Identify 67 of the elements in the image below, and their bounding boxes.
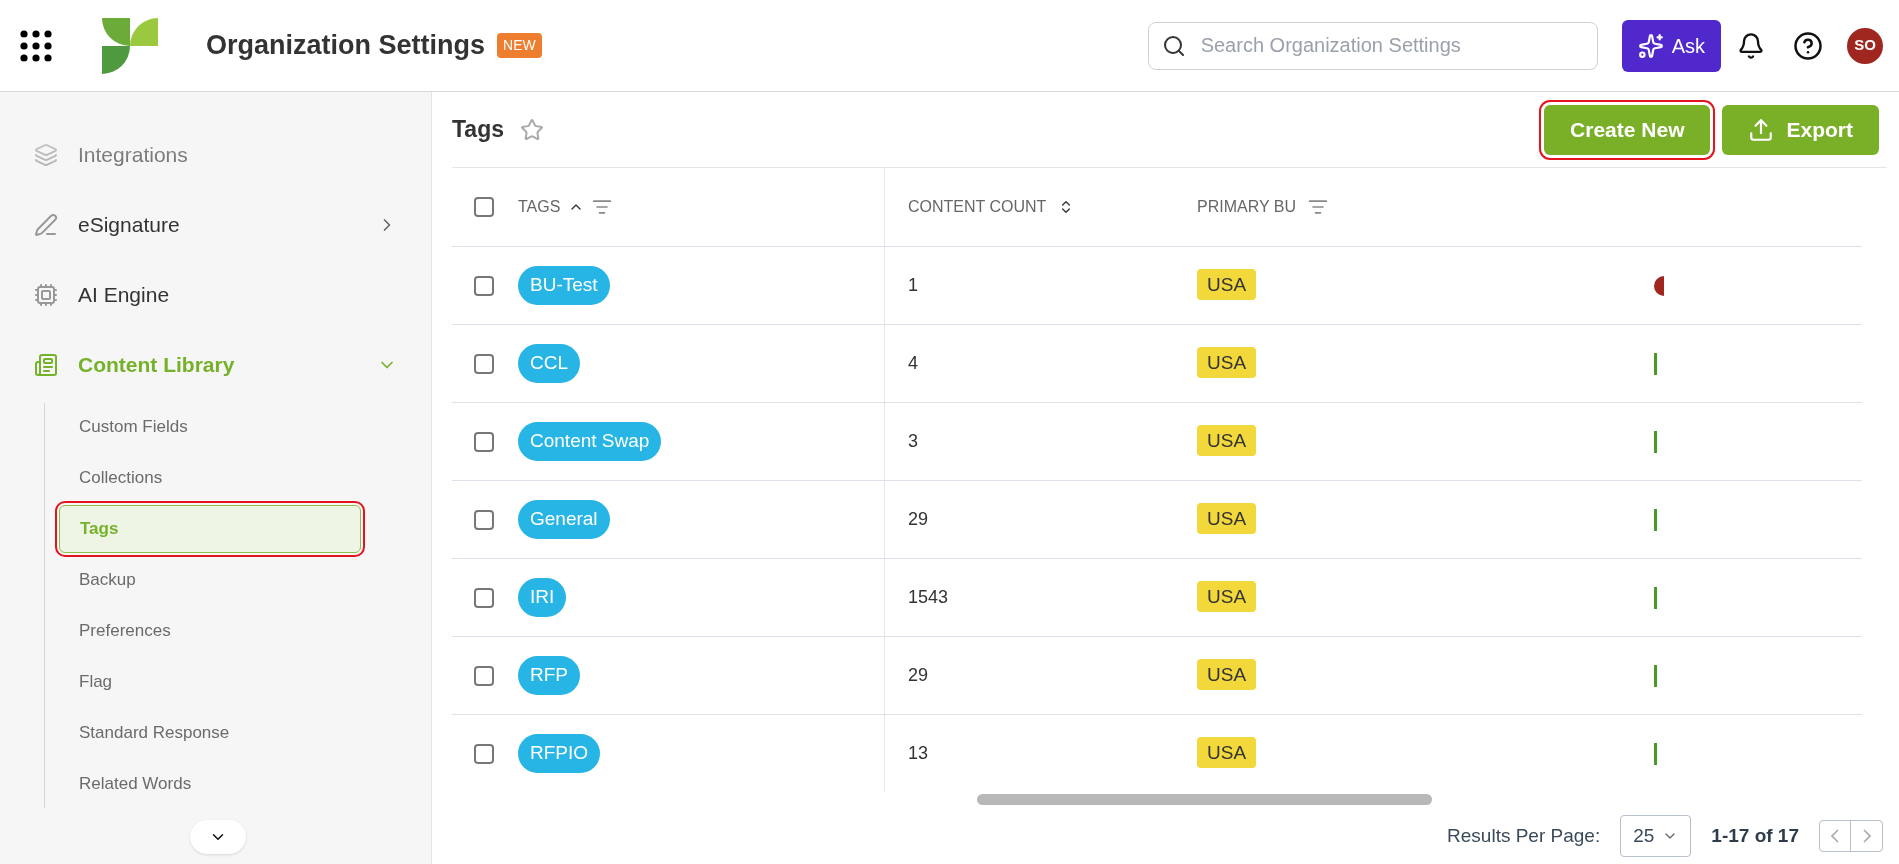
row-checkbox[interactable] [474, 275, 494, 296]
status-icon [1654, 586, 1657, 609]
filter-icon[interactable] [592, 197, 613, 217]
status-icon [1654, 352, 1657, 375]
sidebar-item[interactable]: Integrations [34, 120, 397, 190]
table-cell-text: 1 [907, 274, 919, 297]
layers-icon [34, 143, 58, 167]
per-page-dropdown[interactable]: 25 [1620, 815, 1692, 857]
sidebar-subitem[interactable]: Backup [59, 556, 361, 604]
bu-badge: USA [1197, 737, 1257, 769]
ask-button[interactable]: Ask [1621, 19, 1721, 72]
help-icon[interactable] [1793, 30, 1823, 61]
status-icon [1654, 508, 1657, 531]
row-checkbox[interactable] [474, 431, 494, 452]
sparkle-icon [1637, 32, 1664, 59]
sidebar-subitem[interactable]: Related Words [59, 760, 361, 808]
column-header[interactable]: TAGS [518, 195, 561, 219]
bu-badge: USA [1197, 659, 1257, 691]
row-checkbox[interactable] [474, 743, 494, 764]
export-button[interactable]: Export [1722, 104, 1879, 155]
table-cell-text: 29 [907, 508, 930, 531]
table-cell-text: 3 [907, 430, 919, 453]
chevron-left-icon [1831, 829, 1839, 843]
table-cell-text: 4 [907, 352, 919, 375]
section-title: Tags [452, 115, 504, 145]
bu-badge: USA [1197, 425, 1257, 457]
page-title: Organization Settings [206, 29, 486, 63]
table-cell-text: 13 [907, 742, 930, 765]
sidebar-subitem[interactable]: Standard Response [59, 709, 361, 757]
row-checkbox[interactable] [474, 509, 494, 530]
logo-icon [102, 17, 158, 74]
status-icon [1654, 742, 1657, 765]
table-cell-text: 29 [907, 664, 930, 687]
status-icon [1654, 664, 1657, 687]
filter-icon[interactable] [1308, 197, 1328, 217]
results-per-page-label: Results Per Page: [1447, 823, 1601, 848]
row-checkbox[interactable] [474, 587, 494, 608]
row-checkbox[interactable] [474, 665, 494, 686]
row-checkbox[interactable] [474, 353, 494, 374]
sidebar-subitem[interactable]: Collections [59, 454, 361, 502]
page-range: 1-17 of 17 [1711, 823, 1799, 848]
app-grid-icon[interactable] [20, 29, 52, 62]
table-cell-text: 1543 [907, 586, 950, 609]
notification-icon[interactable] [1737, 31, 1765, 60]
bu-badge: USA [1197, 347, 1257, 379]
search-icon [1161, 33, 1186, 58]
bu-badge: USA [1197, 269, 1257, 301]
column-header[interactable]: PRIMARY BU [1197, 195, 1296, 219]
user-avatar[interactable]: SO [1847, 27, 1883, 64]
status-icon [1654, 430, 1657, 453]
sidebar-subitem[interactable]: Custom Fields [59, 403, 361, 451]
sidebar-item[interactable]: eSignature [34, 190, 397, 260]
avatar-icon [1654, 275, 1664, 296]
chip-icon [34, 283, 58, 307]
star-icon[interactable] [520, 117, 544, 142]
bu-badge: USA [1197, 581, 1257, 613]
sidebar-subitem[interactable]: Flag [59, 658, 361, 706]
bu-badge: USA [1197, 503, 1257, 535]
search-field[interactable]: Search Organization Settings [1147, 21, 1598, 70]
column-header[interactable]: CONTENT COUNT [908, 195, 1047, 219]
select-all-checkbox[interactable] [474, 197, 494, 217]
horizontal-scrollbar[interactable] [977, 794, 1432, 805]
sidebar-item[interactable]: AI Engine [34, 260, 397, 330]
sidebar-subitem[interactable]: Preferences [59, 607, 361, 655]
upload-icon [1748, 116, 1775, 143]
chevron-right-icon [1862, 829, 1871, 843]
new-badge: NEW [497, 33, 542, 58]
